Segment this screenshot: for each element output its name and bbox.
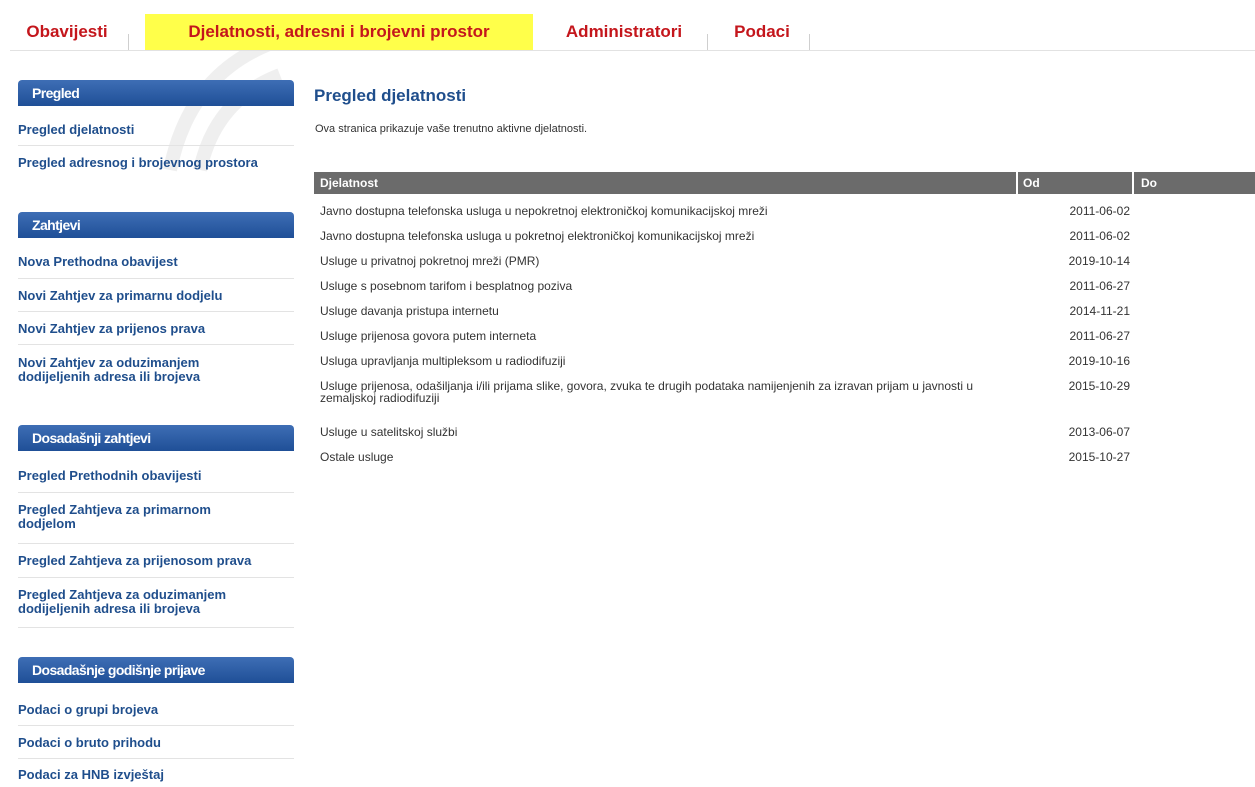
sidebar-item-novi-zahtjev-prijenos-prava[interactable]: Novi Zahtjev za prijenos prava — [18, 322, 294, 336]
table-row-date-od: 2011-06-27 — [1069, 329, 1131, 343]
sidebar-header-pregled: Pregled — [18, 80, 294, 106]
sidebar-header-dosadasnji-zahtjevi: Dosadašnji zahtjevi — [18, 425, 294, 451]
tab-separator — [809, 34, 810, 50]
sidebar-item-pregled-djelatnosti[interactable]: Pregled djelatnosti — [18, 123, 294, 137]
table-row-date-od: 2011-06-02 — [1069, 229, 1131, 243]
table-row-name: Usluga upravljanja multipleksom u radiod… — [320, 354, 566, 368]
table-row-date-od: 2019-10-16 — [1068, 354, 1130, 368]
table-row-name: Javno dostupna telefonska usluga u nepok… — [320, 204, 768, 218]
sidebar-item-novi-zahtjev-oduzimanje[interactable]: Novi Zahtjev za oduzimanjem dodijeljenih… — [18, 356, 268, 384]
sidebar-item-novi-zahtjev-primarna-dodjela[interactable]: Novi Zahtjev za primarnu dodjelu — [18, 289, 294, 303]
sidebar-divider — [18, 344, 294, 345]
column-separator — [1132, 172, 1134, 194]
table-row-name: Usluge s posebnom tarifom i besplatnog p… — [320, 279, 573, 293]
sidebar-divider — [18, 725, 294, 726]
tab-obavijesti[interactable]: Obavijesti — [10, 14, 124, 50]
sidebar-divider — [18, 577, 294, 578]
table-row-name: Usluge prijenosa, odašiljanja i/ili prij… — [320, 379, 974, 405]
sidebar-item-podaci-bruto-prihod[interactable]: Podaci o bruto prihodu — [18, 736, 294, 750]
sidebar-divider — [18, 492, 294, 493]
sidebar-header-zahtjevi: Zahtjevi — [18, 212, 294, 238]
table-row-name: Usluge u satelitskoj službi — [320, 425, 458, 439]
table-row-date-od: 2013-06-07 — [1068, 425, 1130, 439]
sidebar-item-podaci-hnb[interactable]: Podaci za HNB izvještaj — [18, 768, 294, 782]
column-separator — [1016, 172, 1018, 194]
table-header: Djelatnost Od Do — [314, 172, 1255, 194]
table-row-date-od: 2015-10-29 — [1068, 379, 1130, 393]
tab-djelatnosti[interactable]: Djelatnosti, adresni i brojevni prostor — [145, 14, 533, 50]
table-row-name: Usluge davanja pristupa internetu — [320, 304, 499, 318]
table-row-name: Usluge u privatnoj pokretnoj mreži (PMR) — [320, 254, 540, 268]
sidebar-divider — [18, 627, 294, 628]
column-header-djelatnost[interactable]: Djelatnost — [320, 172, 378, 194]
sidebar-divider — [18, 311, 294, 312]
sidebar-item-pregled-zahtjeva-prijenos[interactable]: Pregled Zahtjeva za prijenosom prava — [18, 554, 294, 568]
page-description: Ova stranica prikazuje vaše trenutno akt… — [315, 123, 588, 135]
sidebar-item-pregled-prethodnih-obavijesti[interactable]: Pregled Prethodnih obavijesti — [18, 469, 294, 483]
sidebar-divider — [18, 543, 294, 544]
tab-podaci[interactable]: Podaci — [724, 14, 800, 50]
table-row-date-od: 2011-06-02 — [1069, 204, 1131, 218]
sidebar-item-pregled-zahtjeva-primarna[interactable]: Pregled Zahtjeva za primarnom dodjelom — [18, 503, 258, 531]
table-row-name: Javno dostupna telefonska usluga u pokre… — [320, 229, 755, 243]
table-row-date-od: 2015-10-27 — [1068, 450, 1130, 464]
sidebar-item-pregled-zahtjeva-oduzimanje[interactable]: Pregled Zahtjeva za oduzimanjem dodijelj… — [18, 588, 268, 616]
table-row-date-od: 2014-11-21 — [1069, 304, 1131, 318]
sidebar-divider — [18, 758, 294, 759]
sidebar-header-godisnje-prijave: Dosadašnje godišnje prijave — [18, 657, 294, 683]
sidebar-divider — [18, 145, 294, 146]
table-row-date-od: 2011-06-27 — [1069, 279, 1131, 293]
table-row-name: Usluge prijenosa govora putem interneta — [320, 329, 537, 343]
top-navigation: Obavijesti Djelatnosti, adresni i brojev… — [10, 8, 1255, 51]
sidebar-item-podaci-grupa-brojeva[interactable]: Podaci o grupi brojeva — [18, 703, 294, 717]
page-title: Pregled djelatnosti — [314, 86, 467, 105]
tab-administratori[interactable]: Administratori — [551, 14, 697, 50]
sidebar-divider — [18, 278, 294, 279]
table-row-date-od: 2019-10-14 — [1068, 254, 1130, 268]
column-header-do[interactable]: Do — [1141, 172, 1157, 194]
sidebar-item-nova-prethodna-obavijest[interactable]: Nova Prethodna obavijest — [18, 255, 294, 269]
tab-separator — [128, 34, 129, 50]
table-row-name: Ostale usluge — [320, 450, 394, 464]
sidebar-item-pregled-prostora[interactable]: Pregled adresnog i brojevnog prostora — [18, 156, 294, 170]
column-header-od[interactable]: Od — [1023, 172, 1040, 194]
tab-separator — [707, 34, 708, 50]
